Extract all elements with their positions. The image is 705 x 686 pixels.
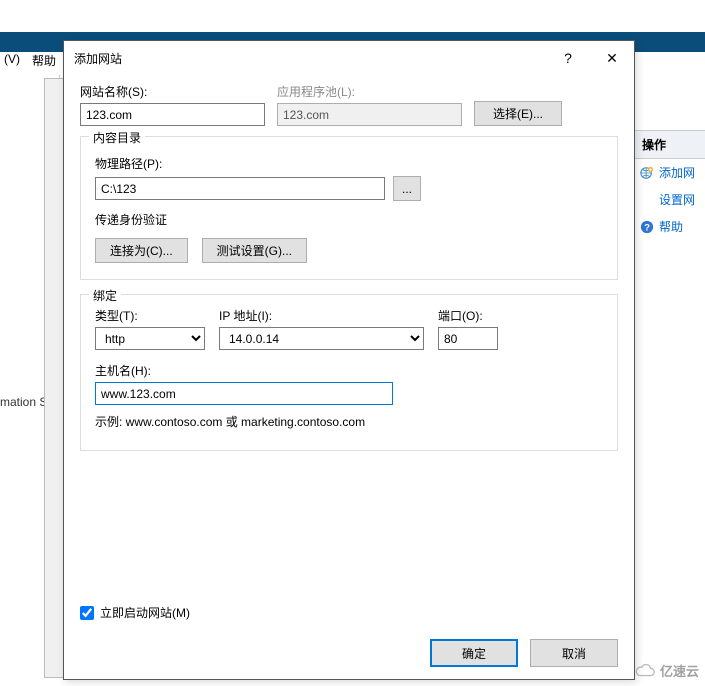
start-immediately-checkbox[interactable] <box>80 606 94 620</box>
main-menu-bar: (V) 帮助 <box>0 52 56 69</box>
cloud-icon <box>634 663 656 679</box>
test-settings-button[interactable]: 测试设置(G)... <box>202 238 307 263</box>
add-website-dialog: 添加网站 ? ✕ 网站名称(S): 应用程序池(L): 选择(E)... 内容目… <box>63 40 635 680</box>
binding-host-label: 主机名(H): <box>95 362 393 379</box>
browse-path-button[interactable]: ... <box>393 176 421 201</box>
dialog-close-button[interactable]: ✕ <box>590 42 634 74</box>
binding-host-input[interactable] <box>95 382 393 405</box>
watermark: 亿速云 <box>634 661 699 680</box>
content-directory-legend: 内容目录 <box>89 129 145 146</box>
svg-text:?: ? <box>644 222 650 233</box>
binding-ip-select[interactable]: 14.0.0.14 <box>219 327 424 350</box>
mid-panel-strip <box>44 78 64 678</box>
ok-button[interactable]: 确定 <box>430 639 518 667</box>
left-tree-label: mation S <box>0 395 47 409</box>
globe-add-icon <box>640 166 654 180</box>
menu-item-view[interactable]: (V) <box>4 52 20 69</box>
select-app-pool-button[interactable]: 选择(E)... <box>474 101 562 126</box>
connect-as-button[interactable]: 连接为(C)... <box>95 238 188 263</box>
dialog-body: 网站名称(S): 应用程序池(L): 选择(E)... 内容目录 物理路径(P)… <box>64 75 634 679</box>
start-immediately-checkbox-row[interactable]: 立即启动网站(M) <box>80 604 190 621</box>
binding-port-input[interactable] <box>438 327 498 350</box>
binding-port-label: 端口(O): <box>438 307 498 324</box>
watermark-text: 亿速云 <box>660 661 699 680</box>
action-add-website[interactable]: 添加网 <box>634 159 705 186</box>
action-add-website-label: 添加网 <box>659 164 695 181</box>
cancel-button[interactable]: 取消 <box>530 639 618 667</box>
app-pool-input <box>277 103 462 126</box>
app-pool-label: 应用程序池(L): <box>277 83 462 100</box>
physical-path-label: 物理路径(P): <box>95 155 603 172</box>
dialog-title: 添加网站 <box>74 50 122 67</box>
binding-type-label: 类型(T): <box>95 307 205 324</box>
action-help[interactable]: ? 帮助 <box>634 213 705 240</box>
help-icon: ? <box>640 220 654 234</box>
dialog-titlebar: 添加网站 ? ✕ <box>64 41 634 75</box>
site-name-input[interactable] <box>80 103 265 126</box>
binding-legend: 绑定 <box>89 287 121 304</box>
actions-panel-header: 操作 <box>634 130 705 159</box>
start-immediately-label: 立即启动网站(M) <box>100 604 190 621</box>
content-directory-fieldset: 内容目录 物理路径(P): ... 传递身份验证 连接为(C)... 测试设置(… <box>80 136 618 280</box>
action-help-label: 帮助 <box>659 218 683 235</box>
binding-ip-label: IP 地址(I): <box>219 307 424 324</box>
dialog-help-button[interactable]: ? <box>546 42 590 74</box>
physical-path-input[interactable] <box>95 177 385 200</box>
site-name-label: 网站名称(S): <box>80 83 265 100</box>
binding-type-select[interactable]: http <box>95 327 205 350</box>
action-set-website-label: 设置网 <box>659 191 695 208</box>
action-set-website[interactable]: 设置网 <box>634 186 705 213</box>
binding-example-text: 示例: www.contoso.com 或 marketing.contoso.… <box>95 413 603 430</box>
passthrough-auth-label: 传递身份验证 <box>95 211 603 228</box>
actions-panel: 操作 添加网 设置网 ? 帮助 <box>633 130 705 670</box>
binding-fieldset: 绑定 类型(T): http IP 地址(I): 14.0.0.14 端口(O)… <box>80 294 618 451</box>
menu-item-help[interactable]: 帮助 <box>32 52 56 69</box>
dialog-footer: 确定 取消 <box>430 639 618 667</box>
